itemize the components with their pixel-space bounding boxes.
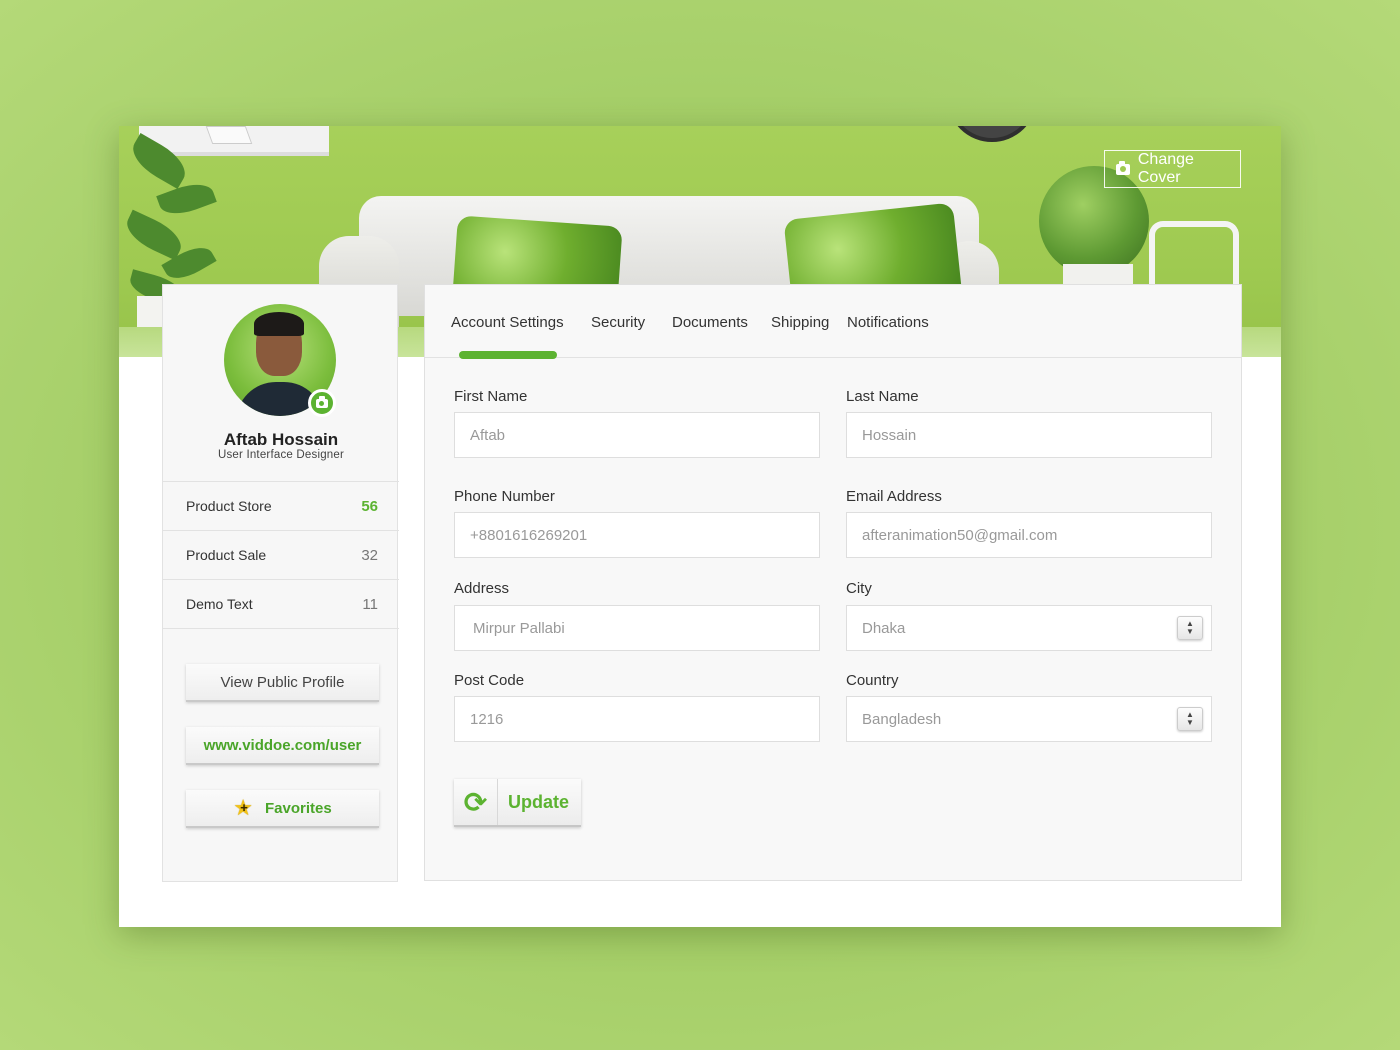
stat-value: 11	[362, 595, 378, 613]
active-tab-indicator	[459, 351, 557, 359]
camera-icon	[1116, 160, 1130, 175]
profile-settings-card: Change Cover Aftab Hossain User Interfac…	[119, 126, 1281, 927]
email-label: Email Address	[846, 488, 942, 505]
change-avatar-button[interactable]	[308, 389, 336, 417]
change-cover-button[interactable]: Change Cover	[1104, 150, 1241, 188]
first-name-label: First Name	[454, 388, 528, 405]
cover-clock	[947, 126, 1037, 142]
favorites-button[interactable]: ★ + Favorites	[186, 790, 379, 828]
tab-notifications[interactable]: Notifications	[847, 314, 929, 331]
select-arrows-icon: ▲ ▼	[1177, 616, 1203, 640]
stat-product-store[interactable]: Product Store 56	[163, 482, 399, 531]
change-cover-label: Change Cover	[1137, 151, 1194, 186]
tab-security[interactable]: Security	[591, 314, 645, 331]
tab-documents[interactable]: Documents	[672, 314, 748, 331]
favorites-label: Favorites	[265, 799, 332, 817]
update-label: Update	[508, 791, 570, 812]
country-label: Country	[846, 672, 899, 689]
address-field[interactable]: Mirpur Pallabi	[454, 605, 820, 651]
city-select[interactable]: Dhaka ▲ ▼	[846, 605, 1212, 651]
stat-value: 32	[361, 546, 378, 564]
stat-value: 56	[361, 497, 378, 515]
first-name-field[interactable]: Aftab	[454, 412, 820, 458]
profile-url-button[interactable]: www.viddoe.com/user	[186, 727, 379, 765]
stat-product-sale[interactable]: Product Sale 32	[163, 531, 399, 580]
city-select-value: Dhaka	[862, 619, 906, 637]
tab-shipping[interactable]: Shipping	[771, 314, 829, 331]
profile-url-label: www.viddoe.com/user	[203, 736, 362, 754]
profile-sidebar: Aftab Hossain User Interface Designer Pr…	[162, 284, 399, 882]
settings-panel: Account Settings Security Documents Ship…	[424, 284, 1242, 881]
last-name-label: Last Name	[846, 388, 919, 405]
last-name-field[interactable]: Hossain	[846, 412, 1212, 458]
profile-name: Aftab Hossain	[223, 430, 339, 449]
stat-demo-text[interactable]: Demo Text 11	[163, 580, 399, 629]
country-select[interactable]: Bangladesh ▲ ▼	[846, 696, 1212, 742]
star-plus-icon: ★ +	[233, 795, 254, 820]
post-code-field[interactable]: 1216	[454, 696, 820, 742]
stat-label: Product Store	[186, 498, 272, 514]
phone-field[interactable]: +8801616269201	[454, 512, 820, 558]
tab-account-settings[interactable]: Account Settings	[451, 314, 564, 331]
phone-label: Phone Number	[454, 488, 555, 505]
select-arrows-icon: ▲ ▼	[1177, 707, 1203, 731]
stat-label: Demo Text	[186, 596, 253, 612]
camera-icon	[316, 395, 328, 408]
city-label: City	[846, 580, 872, 597]
stat-label: Product Sale	[186, 547, 267, 563]
country-select-value: Bangladesh	[862, 710, 942, 728]
profile-role: User Interface Designer	[217, 449, 345, 461]
refresh-icon: ⟳	[454, 779, 498, 825]
view-public-profile-label: View Public Profile	[220, 673, 345, 691]
address-label: Address	[454, 580, 510, 597]
update-button[interactable]: ⟳ Update	[454, 779, 581, 827]
view-public-profile-button[interactable]: View Public Profile	[186, 664, 379, 702]
post-code-label: Post Code	[454, 672, 525, 689]
stat-list: Product Store 56 Product Sale 32 Demo Te…	[163, 481, 399, 629]
email-field[interactable]: afteranimation50@gmail.com	[846, 512, 1212, 558]
settings-tabs: Account Settings Security Documents Ship…	[425, 285, 1241, 359]
